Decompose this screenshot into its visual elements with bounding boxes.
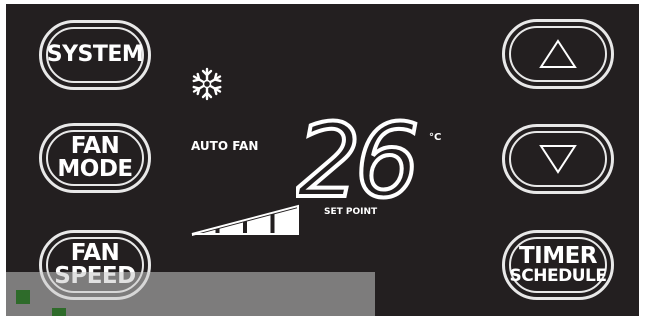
fan-speed-line1: FAN — [70, 240, 120, 266]
fan-mode-button-label: FAN MODE — [57, 133, 133, 182]
triangle-up-icon — [539, 39, 577, 68]
fan-status-label: AUTO FAN — [191, 139, 259, 153]
temperature-unit: °C — [429, 132, 442, 143]
overlay-square — [52, 308, 66, 316]
timer-schedule-button[interactable]: TIMER SCHEDULE — [502, 230, 614, 300]
timer-schedule-button-label: TIMER SCHEDULE — [510, 245, 607, 285]
timer-line2: SCHEDULE — [509, 266, 607, 286]
setpoint-label: SET POINT — [324, 207, 378, 217]
fan-speed-indicator — [191, 204, 299, 236]
temp-up-button[interactable] — [502, 19, 614, 89]
overlay-square — [16, 290, 30, 304]
temp-down-button[interactable] — [502, 124, 614, 194]
speed-segments — [192, 208, 298, 236]
temperature-display: 26 — [296, 112, 424, 202]
timer-line1: TIMER — [518, 243, 598, 269]
temperature-value: 26 — [296, 112, 416, 202]
fan-mode-line2: MODE — [57, 156, 133, 182]
screen-overlay — [6, 272, 375, 316]
thermostat-panel: SYSTEM FAN MODE FAN SPEED TIMER SCHEDULE — [6, 4, 639, 316]
fan-mode-button[interactable]: FAN MODE — [39, 123, 151, 193]
snowflake-icon — [190, 67, 224, 101]
fan-mode-line1: FAN — [70, 133, 120, 159]
system-button-label: SYSTEM — [46, 42, 144, 67]
triangle-down-icon — [539, 145, 577, 174]
system-button[interactable]: SYSTEM — [39, 20, 151, 90]
